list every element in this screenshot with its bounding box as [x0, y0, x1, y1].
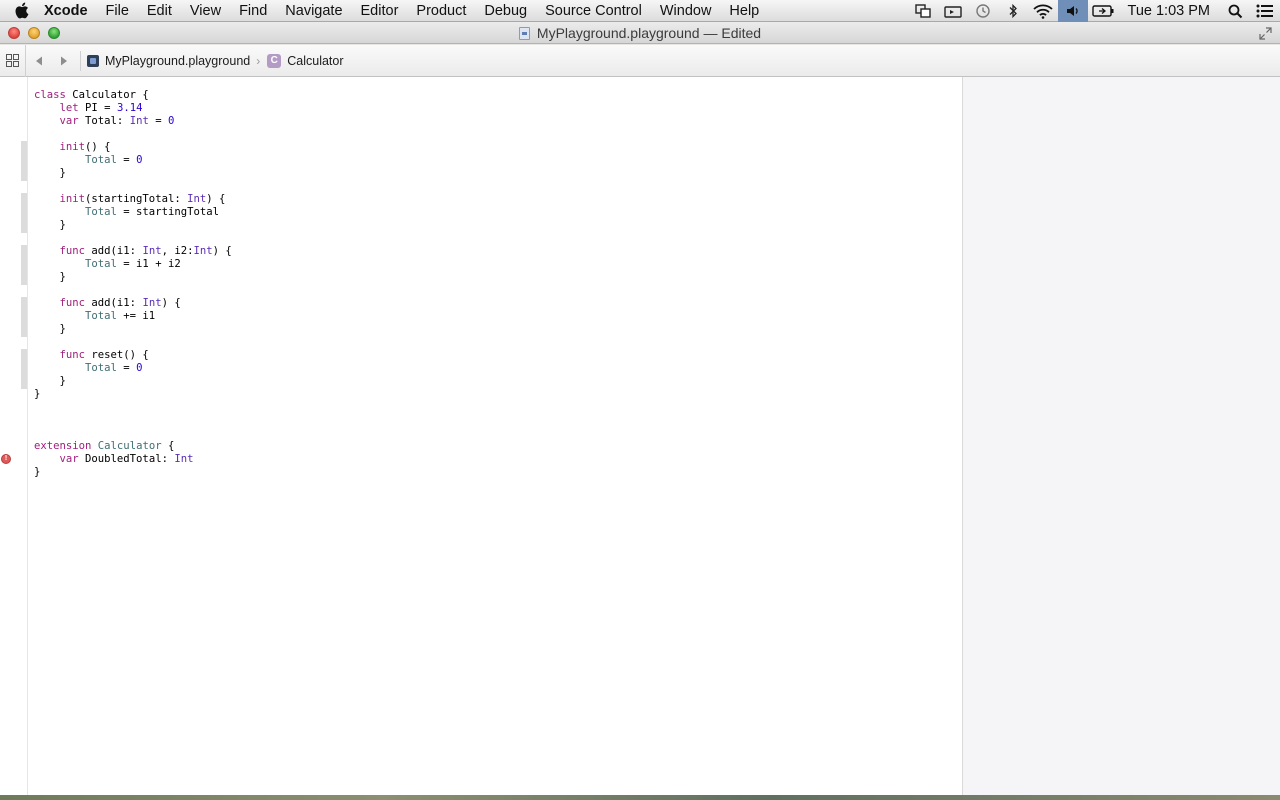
volume-icon[interactable] — [1057, 0, 1088, 22]
apple-menu-icon[interactable] — [0, 0, 42, 22]
window-title-group: MyPlayground.playground — Edited — [0, 22, 1280, 44]
video-camera-icon[interactable] — [938, 0, 968, 22]
menu-editor[interactable]: Editor — [352, 0, 408, 22]
code-fold-ribbon[interactable] — [21, 297, 27, 337]
code-line: Total = i1 + i2 — [85, 258, 181, 270]
menu-window[interactable]: Window — [651, 0, 721, 22]
menu-source-control[interactable]: Source Control — [536, 0, 651, 22]
class-symbol-icon: C — [267, 53, 282, 68]
menu-find[interactable]: Find — [230, 0, 276, 22]
forward-button[interactable] — [51, 45, 76, 77]
menu-edit[interactable]: Edit — [138, 0, 181, 22]
code-line: } — [34, 271, 66, 283]
menu-view[interactable]: View — [181, 0, 230, 22]
playground-file-icon — [87, 54, 99, 67]
code-line: Total = startingTotal — [85, 206, 219, 218]
bluetooth-icon[interactable] — [998, 0, 1028, 22]
desktop-background-strip — [0, 795, 1280, 800]
breadcrumb-playground[interactable]: MyPlayground.playground — [87, 54, 250, 68]
source-editor[interactable]: ! class Calculator { let PI = 3.14 var T… — [0, 77, 963, 795]
code-fold-ribbon[interactable] — [21, 245, 27, 285]
back-button[interactable] — [26, 45, 51, 77]
error-indicator-icon[interactable]: ! — [1, 454, 11, 464]
breadcrumb-playground-label: MyPlayground.playground — [105, 53, 251, 68]
code-line: func add(i1: Int, i2:Int) { — [59, 245, 232, 257]
code-line: func add(i1: Int) { — [59, 297, 181, 309]
breadcrumb-calculator[interactable]: C Calculator — [267, 53, 344, 68]
code-line: var Total: Int = 0 — [59, 115, 175, 127]
breadcrumb-chevron-icon: › — [256, 53, 261, 68]
wifi-icon[interactable] — [1028, 0, 1058, 22]
menu-bar: Xcode File Edit View Find Navigate Edito… — [0, 0, 1280, 22]
menu-product[interactable]: Product — [407, 0, 475, 22]
code-line: class Calculator { — [34, 89, 149, 101]
code-line: } — [34, 388, 41, 400]
code-line: Total += i1 — [85, 310, 156, 322]
menu-debug[interactable]: Debug — [475, 0, 536, 22]
jump-bar-separator — [80, 50, 81, 71]
menu-app-name[interactable]: Xcode — [42, 0, 97, 22]
code-line: Total = 0 — [85, 362, 143, 374]
code-line: } — [34, 375, 66, 387]
grid-icon — [6, 54, 19, 67]
code-text[interactable]: class Calculator { let PI = 3.14 var Tot… — [34, 89, 232, 479]
code-line: var DoubledTotal: Int — [59, 453, 194, 465]
menu-clock[interactable]: Tue 1:03 PM — [1118, 0, 1220, 22]
chevron-left-icon — [35, 56, 42, 65]
window-title: MyPlayground.playground — Edited — [536, 25, 762, 41]
menu-navigate[interactable]: Navigate — [276, 0, 351, 22]
playground-document-icon — [518, 26, 530, 40]
status-menus: Tue 1:03 PM — [908, 0, 1280, 22]
code-line: } — [34, 323, 66, 335]
related-items-button[interactable] — [0, 44, 26, 77]
code-line: } — [34, 466, 41, 478]
fullscreen-icon[interactable] — [1259, 27, 1272, 40]
window-title-bar: MyPlayground.playground — Edited — [0, 22, 1280, 44]
jump-bar: MyPlayground.playground › C Calculator — [0, 44, 1280, 77]
code-line: Total = 0 — [85, 154, 143, 166]
time-machine-icon[interactable] — [968, 0, 998, 22]
spotlight-search-icon[interactable] — [1220, 0, 1250, 22]
code-fold-ribbon[interactable] — [21, 193, 27, 233]
menu-help[interactable]: Help — [720, 0, 768, 22]
breadcrumb-calculator-label: Calculator — [287, 53, 344, 68]
battery-icon[interactable] — [1088, 0, 1118, 22]
code-fold-ribbon[interactable] — [21, 141, 27, 181]
chevron-right-icon — [60, 56, 67, 65]
menu-file[interactable]: File — [97, 0, 138, 22]
code-line: init() { — [59, 141, 111, 153]
code-fold-ribbon[interactable] — [21, 349, 27, 389]
code-line: let PI = 3.14 — [59, 102, 143, 114]
screen-share-icon[interactable] — [908, 0, 938, 22]
editor-gutter[interactable]: ! — [0, 77, 28, 795]
code-line: } — [34, 167, 66, 179]
code-line: func reset() { — [59, 349, 149, 361]
code-line: } — [34, 219, 66, 231]
code-line: init(startingTotal: Int) { — [59, 193, 226, 205]
code-line: extension Calculator { — [34, 440, 175, 452]
playground-results-sidebar — [963, 77, 1280, 795]
notification-center-icon[interactable] — [1250, 0, 1280, 22]
